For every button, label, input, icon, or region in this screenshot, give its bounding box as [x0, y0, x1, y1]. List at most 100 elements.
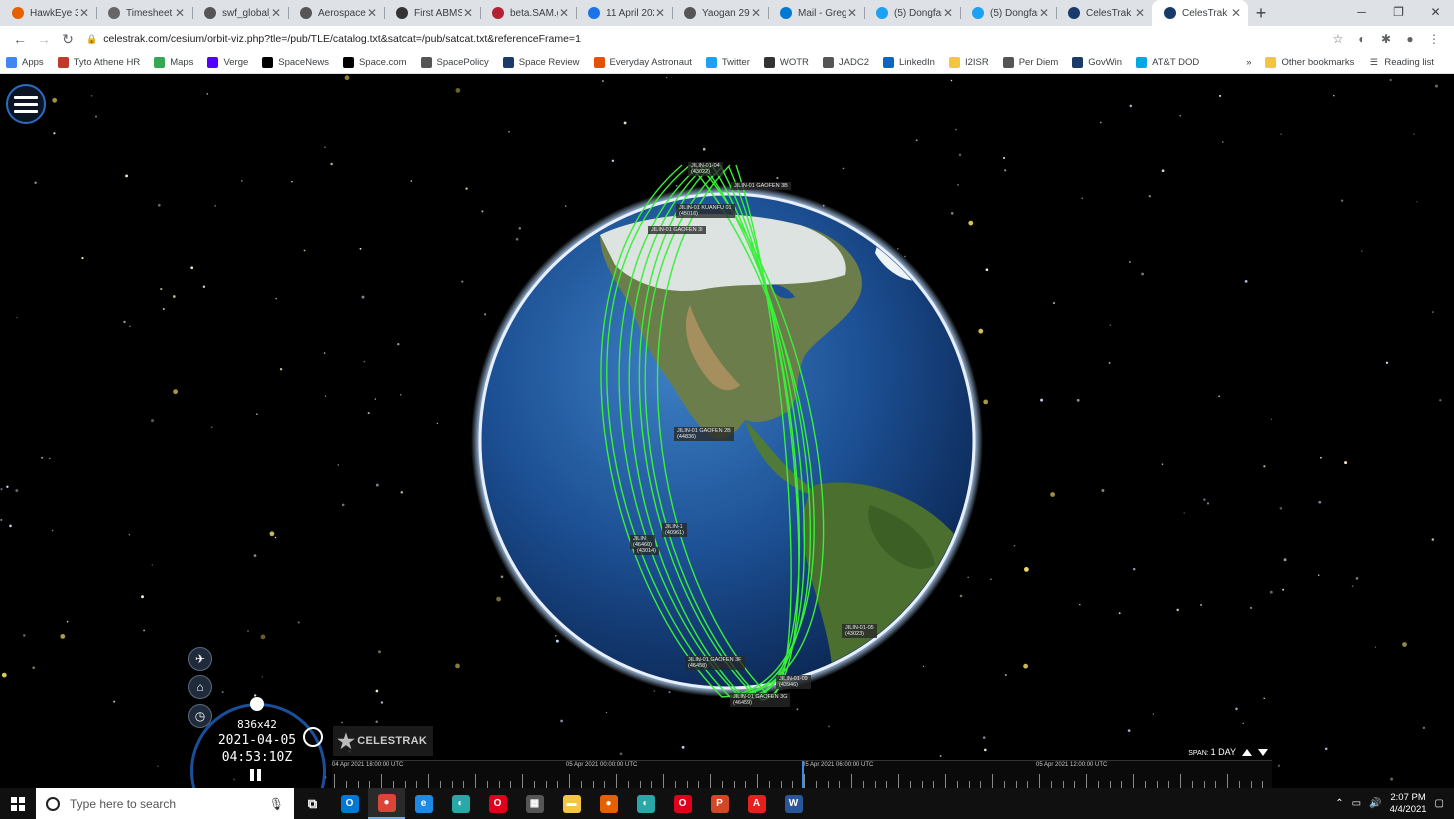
- more-menu-icon[interactable]: ⋮: [1422, 27, 1446, 51]
- close-tab-icon[interactable]: ✕: [462, 6, 474, 20]
- satellite-label[interactable]: JILIN-1 (40961): [662, 523, 687, 537]
- reading-list[interactable]: ☰ Reading list: [1368, 57, 1434, 68]
- bookmark-item[interactable]: Everyday Astronaut: [593, 57, 692, 68]
- timeline[interactable]: 04 Apr 2021 18:00:00 UTC 05 Apr 2021 00:0…: [332, 760, 1272, 788]
- satellite-label[interactable]: JILIN-01 GAOFEN 3G (46459): [730, 693, 791, 707]
- browser-tab[interactable]: HawkEye 36✕: [0, 0, 96, 26]
- browser-tab[interactable]: 11 April 202 ✕: [576, 0, 672, 26]
- close-tab-icon[interactable]: ✕: [750, 6, 762, 20]
- satellite-icon[interactable]: ✈: [188, 647, 212, 671]
- close-tab-icon[interactable]: ✕: [78, 6, 90, 20]
- taskbar-app-opera-gx[interactable]: O: [664, 788, 701, 819]
- browser-tab[interactable]: beta.SAM.g ✕: [480, 0, 576, 26]
- close-tab-icon[interactable]: ✕: [942, 6, 954, 20]
- browser-tab[interactable]: CelesTrak ✕: [1056, 0, 1152, 26]
- microphone-icon[interactable]: 🎙: [269, 797, 284, 811]
- close-tab-icon[interactable]: ✕: [1134, 6, 1146, 20]
- url-field[interactable]: 🔒 celestrak.com/cesium/orbit-viz.php?tle…: [86, 28, 1320, 50]
- browser-tab[interactable]: Timesheet - ✕: [96, 0, 192, 26]
- bookmark-item[interactable]: Apps: [6, 57, 44, 68]
- taskbar-app-outlook[interactable]: O: [331, 788, 368, 819]
- bookmarks-overflow-icon[interactable]: »: [1246, 57, 1251, 68]
- satellite-label[interactable]: JILIN-01-09 (43946): [776, 675, 811, 689]
- taskbar-app-opera[interactable]: O: [479, 788, 516, 819]
- bookmark-star-icon[interactable]: ☆: [1326, 27, 1350, 51]
- new-tab-button[interactable]: +: [1248, 0, 1274, 26]
- taskbar-app-acrobat[interactable]: A: [738, 788, 775, 819]
- clock-shuttle-knob[interactable]: [250, 697, 264, 711]
- bookmark-item[interactable]: SpaceNews: [262, 57, 329, 68]
- back-button[interactable]: ←: [8, 27, 32, 51]
- close-window-icon[interactable]: ✕: [1417, 0, 1454, 24]
- browser-tab[interactable]: swf_global_ ✕: [192, 0, 288, 26]
- bookmark-item[interactable]: I2ISR: [948, 57, 989, 68]
- browser-tab[interactable]: CelesTrak O✕: [1152, 0, 1248, 26]
- bookmark-item[interactable]: Space Review: [502, 57, 580, 68]
- browser-tab[interactable]: Mail - Greg ✕: [768, 0, 864, 26]
- close-tab-icon[interactable]: ✕: [1230, 6, 1242, 20]
- taskbar-clock[interactable]: 2:07 PM 4/4/2021: [1390, 792, 1427, 816]
- volume-icon[interactable]: 🔊: [1369, 798, 1381, 809]
- reload-button[interactable]: ↻: [56, 27, 80, 51]
- close-tab-icon[interactable]: ✕: [558, 6, 570, 20]
- taskbar-app-powerpoint[interactable]: P: [701, 788, 738, 819]
- bookmark-item[interactable]: GovWin: [1072, 57, 1122, 68]
- satellite-label[interactable]: JILIN-01 GAOFEN 3B: [731, 182, 791, 190]
- bookmark-item[interactable]: AT&T DOD: [1136, 57, 1199, 68]
- satellite-label[interactable]: (43014): [634, 547, 659, 555]
- satellite-label[interactable]: JILIN-01 GAOFEN 3I: [648, 226, 706, 234]
- task-view-icon[interactable]: ⧉: [294, 788, 331, 819]
- taskbar-app-file-explorer[interactable]: ▬: [553, 788, 590, 819]
- taskbar-app-calculator[interactable]: ▦: [516, 788, 553, 819]
- taskbar-app-edge[interactable]: e: [405, 788, 442, 819]
- windows-start-button[interactable]: [0, 788, 36, 819]
- notifications-icon[interactable]: ▢: [1435, 798, 1444, 809]
- bookmark-item[interactable]: WOTR: [763, 57, 809, 68]
- home-icon[interactable]: ⌂: [188, 675, 212, 699]
- restore-icon[interactable]: ❐: [1380, 0, 1417, 24]
- taskbar-app-edge-chromium[interactable]: ◐: [442, 788, 479, 819]
- bookmark-item[interactable]: Verge: [207, 57, 248, 68]
- zoom-out-icon[interactable]: [1258, 748, 1268, 756]
- extension-icon[interactable]: ◐: [1350, 27, 1374, 51]
- taskbar-app-firefox[interactable]: ●: [590, 788, 627, 819]
- browser-tab[interactable]: (5) Dongfan ✕: [864, 0, 960, 26]
- taskbar-search-box[interactable]: Type here to search 🎙: [36, 788, 294, 819]
- close-tab-icon[interactable]: ✕: [654, 6, 666, 20]
- close-tab-icon[interactable]: ✕: [846, 6, 858, 20]
- satellite-label[interactable]: JILIN-01 KUANFU 01 (45016): [676, 204, 735, 218]
- bookmark-item[interactable]: SpacePolicy: [420, 57, 489, 68]
- browser-tab[interactable]: (5) Dongfan ✕: [960, 0, 1056, 26]
- close-tab-icon[interactable]: ✕: [174, 6, 186, 20]
- browser-tab[interactable]: First ABMS ✕: [384, 0, 480, 26]
- profile-avatar[interactable]: ●: [1398, 27, 1422, 51]
- taskbar-app-word[interactable]: W: [775, 788, 812, 819]
- hamburger-menu-button[interactable]: [6, 84, 46, 124]
- timeline-cursor[interactable]: [802, 761, 804, 788]
- cesium-viewport[interactable]: JILIN-01-04 (43022) JILIN-01 GAOFEN 3B JILI…: [0, 75, 1454, 788]
- bookmark-item[interactable]: Twitter: [705, 57, 750, 68]
- browser-tab[interactable]: Aerospace- ✕: [288, 0, 384, 26]
- zoom-in-icon[interactable]: [1242, 748, 1252, 756]
- tray-expand-icon[interactable]: ⌃: [1335, 798, 1343, 809]
- browser-tab[interactable]: Yaogan 29, ✕: [672, 0, 768, 26]
- network-icon[interactable]: ▭: [1352, 798, 1361, 809]
- pause-button[interactable]: [250, 769, 262, 781]
- bookmark-item[interactable]: Per Diem: [1002, 57, 1058, 68]
- taskbar-app-chrome[interactable]: ●: [368, 788, 405, 819]
- satellite-label[interactable]: JILIN-01-05 (43023): [842, 624, 877, 638]
- satellite-label[interactable]: JILIN-01 GAOFEN 2B (44836): [674, 427, 734, 441]
- bookmark-item[interactable]: Space.com: [342, 57, 407, 68]
- taskbar-app-edge-dev[interactable]: ◐: [627, 788, 664, 819]
- forward-button[interactable]: →: [32, 27, 56, 51]
- close-tab-icon[interactable]: ✕: [1038, 6, 1050, 20]
- other-bookmarks[interactable]: Other bookmarks: [1265, 57, 1354, 68]
- bookmark-item[interactable]: Maps: [154, 57, 193, 68]
- satellite-label[interactable]: JILIN-01 GAOFEN 3F (46458): [685, 656, 745, 670]
- close-tab-icon[interactable]: ✕: [366, 6, 378, 20]
- minimize-icon[interactable]: ─: [1343, 0, 1380, 24]
- bookmark-item[interactable]: JADC2: [822, 57, 869, 68]
- puzzle-icon[interactable]: ✱: [1374, 27, 1398, 51]
- close-tab-icon[interactable]: ✕: [270, 6, 282, 20]
- bookmark-item[interactable]: Tyto Athene HR: [57, 57, 140, 68]
